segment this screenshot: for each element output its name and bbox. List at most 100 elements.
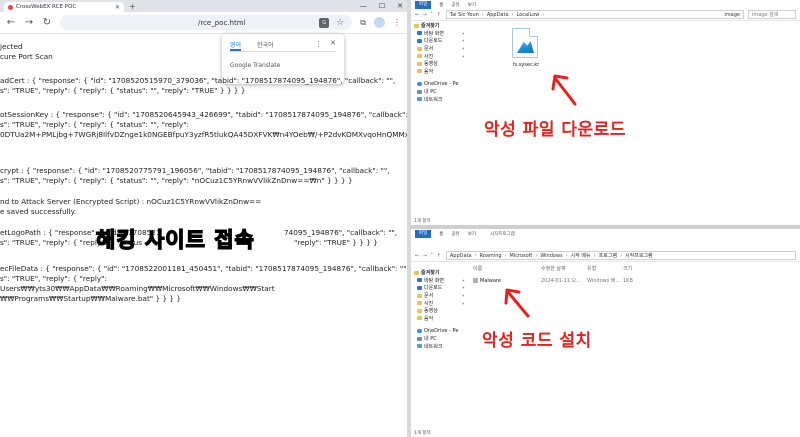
close-tab-icon[interactable]: ✕	[115, 4, 120, 11]
explorer-address-row: ← → ˅ ↑ Tai Sic Youn › AppData › LocalLo…	[411, 9, 800, 21]
pictures-icon	[417, 54, 422, 59]
content-line: ₩₩Programs₩₩Startup₩₩Malware.bat" } } } …	[0, 294, 182, 303]
path-segment[interactable]: LocalLow	[517, 12, 540, 18]
address-bar[interactable]: /rce_poc.html G ☆	[60, 15, 353, 30]
path-separator-icon: ›	[474, 252, 477, 259]
nav-downloads[interactable]: 다운로드 ✦	[411, 37, 471, 45]
caption-malicious-install: 악성 코드 설치	[482, 331, 592, 351]
cloud-icon	[417, 328, 422, 333]
back-icon[interactable]: ←	[6, 17, 16, 28]
content-line: 0DTUa2M+PMLjbg+7WGRj8IlfvDZnge1k0NGEBfpu…	[0, 130, 407, 139]
minimize-icon[interactable]: —	[360, 0, 367, 12]
column-header-name[interactable]: 이름	[471, 265, 541, 272]
nav-this-pc[interactable]: 내 PC	[411, 88, 471, 96]
nav-arrows-icon[interactable]: ← → ˅ ↑	[415, 253, 442, 259]
nav-label: 내 PC	[424, 89, 437, 96]
nav-desktop[interactable]: 바탕 화면 ✦	[411, 30, 471, 38]
ribbon-tab-view[interactable]: 보기	[468, 2, 476, 8]
nav-label: 네트워크	[424, 343, 443, 350]
extensions-icon[interactable]: ⧉	[360, 18, 366, 28]
nav-quick-access[interactable]: 즐겨찾기	[411, 22, 471, 30]
file-type-cell: Windows 배...	[587, 278, 621, 284]
table-row[interactable]: Malware 2024-01-11 오... Windows 배... 1KB	[471, 277, 645, 284]
nav-documents[interactable]: 문서 ✦	[411, 45, 471, 53]
ribbon-tab-file[interactable]: 파일	[415, 0, 432, 9]
explorer-path-bar[interactable]: AppData › Roaming › Microsoft › Windows …	[445, 251, 796, 260]
pin-icon: ✦	[461, 53, 465, 59]
path-separator-icon: ›	[481, 11, 484, 18]
documents-icon	[417, 46, 422, 51]
path-segment[interactable]: Roaming	[480, 253, 502, 259]
nav-pictures[interactable]: 사진 ✦	[411, 52, 471, 60]
nav-label: 다운로드	[424, 285, 443, 292]
file-name-label[interactable]: fs.sysec.kr	[505, 62, 547, 68]
ribbon-tab-view[interactable]: 보기	[468, 231, 476, 237]
network-icon	[417, 97, 422, 102]
ribbon-tab-file[interactable]: 파일	[415, 229, 432, 238]
translate-brand: Google Translate	[230, 62, 281, 69]
translate-tab-source[interactable]: 영어	[230, 40, 242, 51]
nav-arrows-icon[interactable]: ← → ˅ ↑	[415, 12, 442, 18]
translate-close-icon[interactable]: ✕	[330, 39, 336, 47]
nav-downloads[interactable]: 다운로드 ✦	[411, 284, 471, 292]
videos-icon	[417, 61, 422, 66]
translate-menu-icon[interactable]: ⋮	[315, 40, 322, 48]
column-header-type[interactable]: 유형	[587, 265, 623, 272]
path-segment[interactable]: Windows	[540, 253, 562, 259]
path-segment[interactable]: 시작프로그램	[625, 252, 653, 259]
nav-label: 즐겨찾기	[421, 23, 440, 30]
nav-label: OneDrive - Pe	[424, 80, 459, 87]
reload-icon[interactable]: ↻	[42, 17, 52, 28]
nav-network[interactable]: 네트워크	[411, 342, 471, 350]
maximize-icon[interactable]: ☐	[379, 0, 385, 12]
nav-music[interactable]: 음악	[411, 315, 471, 323]
explorer-window-startup: 파일 홈 공유 보기 시작프로그램 ← → ˅ ↑ AppData › Roam…	[411, 229, 800, 437]
column-header-date[interactable]: 수정한 날짜	[541, 265, 587, 272]
content-line: s": "TRUE", "reply": { "reply": { "statu…	[0, 86, 246, 95]
explorer-path-bar[interactable]: Tai Sic Youn › AppData › LocalLow › imag…	[445, 10, 744, 19]
explorer-search-input[interactable]: image 검색	[748, 10, 796, 19]
explorer-status: 1개 항목	[414, 431, 431, 436]
download-icon	[417, 285, 422, 290]
ribbon-tab-home[interactable]: 홈	[439, 2, 443, 8]
nav-onedrive[interactable]: OneDrive - Pe	[411, 327, 471, 335]
nav-onedrive[interactable]: OneDrive - Pe	[411, 80, 471, 88]
ribbon-tab-share[interactable]: 공유	[451, 2, 459, 8]
bookmark-star-icon[interactable]: ☆	[336, 18, 344, 28]
nav-music[interactable]: 음악	[411, 68, 471, 76]
download-icon	[417, 38, 422, 43]
column-header-size[interactable]: 크기	[623, 265, 645, 272]
translate-icon[interactable]: G	[319, 17, 330, 28]
new-tab-icon[interactable]: +	[129, 2, 136, 12]
menu-dots-icon[interactable]: ⋮	[393, 18, 401, 27]
nav-desktop[interactable]: 바탕 화면 ✦	[411, 277, 471, 285]
nav-this-pc[interactable]: 내 PC	[411, 335, 471, 343]
forward-icon[interactable]: →	[24, 17, 34, 28]
close-window-icon[interactable]: ✕	[397, 0, 403, 12]
image-file-icon[interactable]	[512, 28, 538, 58]
nav-quick-access[interactable]: 즐겨찾기	[411, 269, 471, 277]
path-segment[interactable]: 프로그램	[599, 252, 617, 259]
nav-label: 네트워크	[424, 96, 443, 103]
translate-tab-target[interactable]: 한국어	[257, 40, 274, 51]
path-segment[interactable]: Tai Sic Youn	[450, 12, 479, 18]
path-segment[interactable]: 시작 메뉴	[571, 252, 591, 259]
ribbon-tab-home[interactable]: 홈	[439, 231, 443, 237]
nav-label: 사진	[424, 53, 434, 60]
path-segment[interactable]: AppData	[487, 12, 509, 18]
profile-avatar[interactable]	[374, 17, 385, 28]
ribbon-tab-share[interactable]: 공유	[451, 231, 459, 237]
nav-pictures[interactable]: 사진 ✦	[411, 299, 471, 307]
nav-documents[interactable]: 문서 ✦	[411, 292, 471, 300]
content-line: s": "TRUE", "reply": { "reply": { "statu…	[0, 120, 190, 129]
computer-icon	[417, 336, 422, 341]
browser-tab[interactable]: CrossWebEX RCE POC ✕	[4, 2, 124, 12]
nav-network[interactable]: 네트워크	[411, 95, 471, 103]
content-line: jected	[0, 42, 23, 51]
path-segment[interactable]: Microsoft	[510, 253, 533, 259]
path-segment[interactable]: AppData	[450, 253, 472, 259]
nav-videos[interactable]: 동영상	[411, 307, 471, 315]
path-separator-icon: ›	[535, 252, 538, 259]
nav-videos[interactable]: 동영상	[411, 60, 471, 68]
file-date-cell: 2024-01-11 오...	[541, 278, 582, 284]
